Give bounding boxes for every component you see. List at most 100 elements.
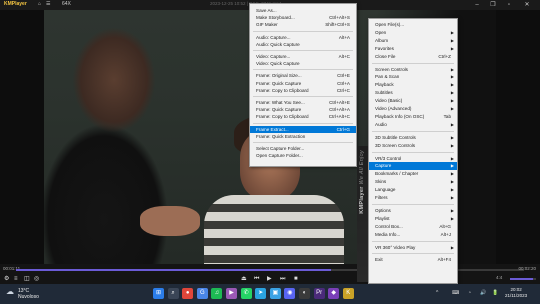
menu-item-shortcut: Ctrl+Z — [438, 53, 451, 59]
google-icon[interactable]: G — [196, 288, 208, 299]
menu-item-frame-extract[interactable]: Frame Extract... Ctrl+G — [250, 125, 356, 133]
menu-item-frame-copy-to-clipboard[interactable]: Frame: Copy to Clipboard Ctrl+Alt+C — [250, 113, 356, 120]
menu-item-exit[interactable]: Exit Alt+F4 — [369, 256, 457, 264]
menu-separator — [253, 122, 353, 124]
volume-slider[interactable] — [510, 278, 534, 280]
obs-icon[interactable]: ◐ — [299, 288, 310, 299]
settings-icon[interactable]: ⚙ — [4, 274, 9, 284]
speaker-icon[interactable]: 🔊 — [480, 290, 486, 296]
menu-item-capture[interactable]: Capture ▶ — [369, 162, 457, 171]
control-bar: ⚙ ≡ ◫ ◎ ⏏ ⏮ ▶ ⏭ ■ 4:4 — [0, 274, 540, 284]
menu-item-label: Subtitles — [375, 90, 393, 96]
menu-item-gif-maker[interactable]: GIF Maker Shift+Ctrl+S — [250, 21, 356, 28]
menu-item-open-file-s[interactable]: Open File(s)... — [369, 21, 457, 29]
menu-item-playlist[interactable]: Playlist ▶ — [369, 215, 457, 223]
playlist-icon[interactable]: ≡ — [14, 274, 18, 284]
wifi-icon[interactable]: ◔ — [468, 290, 471, 296]
clipchamp-icon[interactable]: ▶ — [226, 288, 237, 299]
app-name: KMPlayer — [4, 1, 27, 7]
menu-item-playback[interactable]: Playback ▶ — [369, 81, 457, 89]
menu-band-tagline: We All Enjoy — [359, 150, 365, 185]
search-icon[interactable]: ⌕ — [167, 288, 179, 299]
menu-item-shortcut: Tab — [443, 113, 451, 119]
next-button[interactable]: ⏭ — [280, 274, 285, 284]
menu-item-label: Audio: Capture... — [256, 34, 291, 40]
vr-icon[interactable]: ◎ — [34, 274, 39, 284]
menu-item-video-quick-capture[interactable]: Video: Quick Capture — [250, 60, 356, 67]
menu-item-control-box[interactable]: Control Box... Alt+G — [369, 223, 457, 231]
menu-item-3d-subtitle-controls[interactable]: 3D Subtitle Controls ▶ — [369, 134, 457, 142]
menu-item-3d-screen-controls[interactable]: 3D Screen Controls ▶ — [369, 142, 457, 150]
menu-item-screen-controls[interactable]: Screen Controls ▶ — [369, 66, 457, 74]
menu-item-media-info[interactable]: Media Info... Alt+J — [369, 231, 457, 239]
restore-icon[interactable]: ❐ — [486, 0, 500, 10]
kmplayer-icon[interactable]: K — [342, 288, 354, 299]
clock[interactable]: 20:02 21/11/2023 — [505, 287, 527, 299]
minimize-icon[interactable]: – — [470, 0, 484, 10]
menu-item-label: Save As... — [256, 8, 277, 13]
pin-icon[interactable]: ▫ — [502, 0, 516, 10]
stop-button[interactable]: ■ — [294, 274, 298, 284]
chrome-icon[interactable]: ● — [182, 288, 194, 299]
menu-item-open-capture-folder[interactable]: Open Capture Folder... — [250, 152, 356, 159]
discord-icon[interactable]: ◉ — [284, 288, 296, 299]
menu-item-frame-what-you-see[interactable]: Frame: What You See... Ctrl+Alt+E — [250, 99, 356, 106]
menu-item-video-capture[interactable]: Video: Capture... Alt+C — [250, 53, 356, 60]
play-button[interactable]: ▶ — [267, 274, 272, 284]
keyboard-icon[interactable]: ⌨ — [452, 290, 459, 296]
menu-item-frame-copy-to-clipboard[interactable]: Frame: Copy to Clipboard Ctrl+C — [250, 87, 356, 94]
weather-desc: Nuvoloso — [18, 294, 39, 300]
menu-item-open[interactable]: Open ▶ — [369, 29, 457, 37]
menu-item-audio[interactable]: Audio ▶ — [369, 121, 457, 129]
cloud-icon: ☁ — [6, 287, 14, 296]
menu-item-audio-capture[interactable]: Audio: Capture... Alt+A — [250, 34, 356, 41]
premiere-icon[interactable]: Pr — [313, 288, 325, 299]
menu-item-skins[interactable]: Skins ▶ — [369, 178, 457, 186]
menu-item-frame-quick-capture[interactable]: Frame: Quick Capture Ctrl+Alt+A — [250, 106, 356, 113]
close-icon[interactable]: ✕ — [520, 0, 534, 10]
battery-icon[interactable]: 🔋 — [492, 290, 498, 296]
menu-item-frame-quick-extraction[interactable]: Frame: Quick Extraction — [250, 133, 356, 140]
menu-item-subtitles[interactable]: Subtitles ▶ — [369, 89, 457, 97]
3d-icon[interactable]: ◫ — [24, 274, 30, 284]
eject-button[interactable]: ⏏ — [241, 274, 247, 284]
menu-item-video-advanced[interactable]: Video (Advanced) ▶ — [369, 105, 457, 113]
menu-item-album[interactable]: Album ▶ — [369, 37, 457, 45]
menu-item-favorites[interactable]: Favorites ▶ — [369, 45, 457, 53]
menu-item-label: Open Capture Folder... — [256, 153, 303, 159]
visual-studio-icon[interactable]: ◆ — [328, 288, 340, 299]
menu-separator — [372, 62, 454, 64]
menu-item-pan-scan[interactable]: Pan & Scan ▶ — [369, 73, 457, 81]
spotify-icon[interactable]: ♫ — [211, 288, 223, 299]
whatsapp-icon[interactable]: ✆ — [240, 288, 252, 299]
menu-item-close-file[interactable]: Close File Ctrl+Z — [369, 53, 457, 61]
telegram-icon[interactable]: ➤ — [255, 288, 267, 299]
menu-item-language[interactable]: Language ▶ — [369, 186, 457, 194]
menu-item-make-storyboard[interactable]: Make Storyboard... Ctrl+Alt+S — [250, 14, 356, 21]
menu-item-playback-info-on-osc[interactable]: Playback Info (On OSC) Tab — [369, 113, 457, 121]
home-icon[interactable]: ⌂ — [38, 1, 41, 7]
menu-icon[interactable]: ☰ — [46, 1, 50, 7]
menu-item-filters[interactable]: Filters ▶ — [369, 194, 457, 202]
seek-progress[interactable] — [16, 269, 331, 271]
menu-item-label: Frame: What You See... — [256, 100, 305, 105]
menu-item-vr-3-control[interactable]: VR/3 Control ▶ — [369, 155, 457, 163]
menu-item-select-capture-folder[interactable]: Select Capture Folder... — [250, 145, 356, 152]
menu-item-vr-360-video-play[interactable]: VR 360° Video Play ▶ — [369, 244, 457, 252]
menu-item-label: Album — [375, 37, 389, 43]
menu-item-bookmarks-chapter[interactable]: Bookmarks / Chapter ▶ — [369, 170, 457, 178]
menu-item-frame-quick-capture[interactable]: Frame: Quick Capture Ctrl+A — [250, 80, 356, 87]
menu-item-audio-quick-capture[interactable]: Audio: Quick Capture — [250, 41, 356, 48]
app-logo[interactable]: KMPlayer — [4, 1, 27, 7]
windows-start-icon[interactable]: ⊞ — [153, 288, 164, 299]
menu-item-video-basic[interactable]: Video (Basic) ▶ — [369, 97, 457, 105]
photos-icon[interactable]: ▣ — [269, 288, 281, 299]
volume-value: 4:4 — [496, 275, 503, 280]
menu-separator — [253, 50, 353, 51]
menu-item-options[interactable]: Options ▶ — [369, 207, 457, 215]
menu-item-frame-original-size[interactable]: Frame: Original Size... Ctrl+E — [250, 72, 356, 79]
menu-item-save-as[interactable]: Save As... — [250, 7, 356, 14]
menu-separator — [372, 151, 454, 153]
prev-button[interactable]: ⏮ — [254, 274, 259, 284]
tray-chevron-icon[interactable]: ^ — [436, 290, 438, 296]
